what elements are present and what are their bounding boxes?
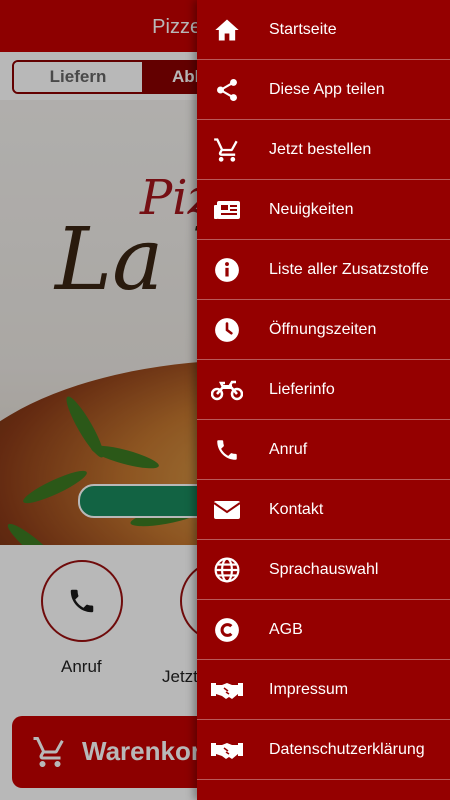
mail-icon [197,480,257,540]
handshake-icon [197,720,257,780]
drawer-item-label: Kontakt [269,500,324,518]
drawer-item-order[interactable]: Jetzt bestellen [197,120,450,180]
drawer-item-label: Startseite [269,20,337,38]
drawer-item-label: Neuigkeiten [269,200,354,218]
navigation-drawer: Startseite Diese App teilen Jetzt bestel… [197,0,450,800]
drawer-item-privacy[interactable]: Datenschutzerklärung [197,720,450,780]
motorcycle-icon [197,360,257,420]
share-icon [197,60,257,120]
info-icon [197,240,257,300]
drawer-item-label: Jetzt bestellen [269,140,372,158]
clock-icon [197,300,257,360]
drawer-item-label: Sprachauswahl [269,560,379,578]
drawer-item-contact[interactable]: Kontakt [197,480,450,540]
phone-icon [197,420,257,480]
drawer-item-delivery-info[interactable]: Lieferinfo [197,360,450,420]
drawer-item-label: Impressum [269,680,349,698]
drawer-item-label: Anruf [269,440,308,458]
drawer-item-terms[interactable]: AGB [197,600,450,660]
drawer-item-language[interactable]: Sprachauswahl [197,540,450,600]
drawer-item-label: Liste aller Zusatzstoffe [269,260,429,278]
drawer-item-share[interactable]: Diese App teilen [197,60,450,120]
drawer-item-additives[interactable]: Liste aller Zusatzstoffe [197,240,450,300]
drawer-item-label: Öffnungszeiten [269,320,377,338]
drawer-item-label: AGB [269,620,303,638]
news-icon [197,180,257,240]
drawer-item-label: Diese App teilen [269,80,385,98]
drawer-item-startseite[interactable]: Startseite [197,0,450,60]
cart-icon [197,120,257,180]
drawer-item-label: Datenschutzerklärung [269,740,425,758]
drawer-item-news[interactable]: Neuigkeiten [197,180,450,240]
drawer-item-label: Lieferinfo [269,380,335,398]
drawer-item-imprint[interactable]: Impressum [197,660,450,720]
home-icon [197,0,257,60]
globe-icon [197,540,257,600]
drawer-item-call[interactable]: Anruf [197,420,450,480]
drawer-item-opening-hours[interactable]: Öffnungszeiten [197,300,450,360]
handshake-icon [197,660,257,720]
copyright-icon [197,600,257,660]
